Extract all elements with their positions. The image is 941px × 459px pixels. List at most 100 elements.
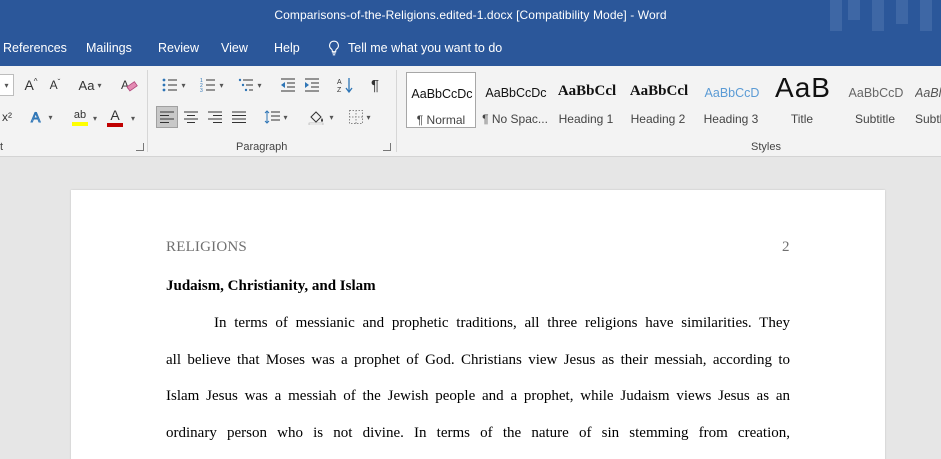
- style-sample: AaBbCcDc: [485, 86, 547, 100]
- borders-button[interactable]: ▾: [344, 106, 376, 128]
- ribbon-tabs: References Mailings Review View Help Tel…: [0, 31, 941, 66]
- tab-references[interactable]: References: [3, 41, 67, 55]
- title-decoration: [896, 0, 908, 24]
- font-group-label: t: [0, 141, 4, 153]
- style-sample: AaBbCcl: [557, 83, 617, 99]
- tab-mailings[interactable]: Mailings: [86, 41, 132, 55]
- section-heading: Judaism, Christianity, and Islam: [166, 278, 376, 294]
- document-page[interactable]: RELIGIONS 2 Judaism, Christianity, and I…: [71, 190, 885, 459]
- tell-me-label: Tell me what you want to do: [348, 41, 503, 55]
- line-spacing-icon: [265, 110, 281, 124]
- align-left-button[interactable]: [156, 106, 178, 128]
- increase-indent-button[interactable]: [302, 74, 322, 96]
- clear-formatting-button[interactable]: A: [118, 74, 140, 96]
- style-subtle-emphasis[interactable]: AaBl Subtl: [913, 72, 941, 128]
- tell-me-search[interactable]: Tell me what you want to do: [328, 40, 502, 56]
- svg-text:A: A: [121, 78, 129, 92]
- paragraph-line: In terms of messianic and prophetic trad…: [214, 315, 790, 331]
- font-dialog-launcher[interactable]: [136, 143, 144, 151]
- justify-icon: [232, 111, 246, 123]
- shrink-font-button[interactable]: Aˇ: [46, 74, 64, 96]
- text-effects-button[interactable]: A ▾: [26, 106, 56, 128]
- style-normal[interactable]: AaBbCcDc ¶ Normal: [406, 72, 476, 128]
- window-title: Comparisons-of-the-Religions.edited-1.do…: [274, 8, 667, 22]
- change-case-button[interactable]: Aa ▾: [73, 74, 107, 96]
- style-name: ¶ Normal: [416, 113, 466, 127]
- style-sample: AaBbCcD: [704, 86, 760, 100]
- style-sample: AaBbCcl: [629, 83, 689, 99]
- shading-button[interactable]: ▾: [304, 106, 338, 128]
- title-decoration: [920, 0, 932, 31]
- font-color-button[interactable]: A: [104, 106, 126, 128]
- title-decoration: [872, 0, 884, 31]
- multilevel-list-button[interactable]: ▾: [234, 74, 266, 96]
- tab-view[interactable]: View: [221, 41, 248, 55]
- svg-text:A: A: [31, 109, 41, 125]
- group-separator: [396, 70, 397, 152]
- tab-review[interactable]: Review: [158, 41, 199, 55]
- styles-gallery: AaBbCcDc ¶ Normal AaBbCcDc ¶ No Spac... …: [405, 70, 941, 132]
- multilevel-list-icon: [239, 78, 254, 92]
- align-right-button[interactable]: [204, 106, 226, 128]
- style-subtitle[interactable]: AaBbCcD Subtitle: [840, 72, 910, 128]
- change-case-icon: Aa: [78, 77, 95, 93]
- font-color-dropdown-icon[interactable]: ▾: [131, 114, 135, 123]
- line-spacing-button[interactable]: ▾: [260, 106, 292, 128]
- borders-icon: [349, 110, 364, 124]
- paragraph-dialog-launcher[interactable]: [383, 143, 391, 151]
- document-canvas: RELIGIONS 2 Judaism, Christianity, and I…: [0, 157, 941, 459]
- font-color-swatch: [107, 122, 123, 127]
- paragraph-line: ordinary person who is not divine. In te…: [166, 425, 790, 441]
- style-sample: AaB: [775, 72, 831, 103]
- decrease-indent-button[interactable]: [278, 74, 298, 96]
- title-bar: Comparisons-of-the-Religions.edited-1.do…: [0, 0, 941, 31]
- group-separator: [147, 70, 148, 152]
- bullets-button[interactable]: ▾: [158, 74, 190, 96]
- highlight-dropdown-icon[interactable]: ▾: [93, 114, 97, 123]
- highlight-swatch: [72, 121, 88, 126]
- styles-group-label: Styles: [751, 141, 781, 153]
- paragraph-line: all believe that Moses was a prophet of …: [166, 352, 790, 368]
- numbering-button[interactable]: 1 2 3 ▾: [196, 74, 228, 96]
- style-name: Subtitle: [854, 112, 896, 126]
- paragraph-group-label: Paragraph: [236, 141, 288, 153]
- show-formatting-button[interactable]: ¶: [364, 74, 386, 96]
- highlight-icon: ab: [73, 108, 87, 121]
- justify-button[interactable]: [228, 106, 250, 128]
- style-heading-3[interactable]: AaBbCcD Heading 3: [696, 72, 766, 128]
- style-name: Title: [790, 112, 814, 126]
- align-center-icon: [184, 111, 198, 123]
- running-head: RELIGIONS: [166, 239, 247, 255]
- style-heading-2[interactable]: AaBbCcl Heading 2: [623, 72, 693, 128]
- svg-text:Z: Z: [337, 87, 342, 93]
- align-center-button[interactable]: [180, 106, 202, 128]
- style-title[interactable]: AaB Title: [767, 72, 837, 128]
- tab-help[interactable]: Help: [274, 41, 300, 55]
- sort-icon: A Z: [337, 78, 353, 93]
- style-name: Subtl: [915, 112, 941, 126]
- bullets-icon: [163, 78, 178, 92]
- eraser-icon: A: [121, 78, 138, 92]
- numbering-icon: 1 2 3: [200, 78, 216, 92]
- style-name: Heading 3: [703, 112, 759, 126]
- paragraph-line: Islam Jesus was a messiah of the Jewish …: [166, 388, 790, 404]
- style-name: ¶ No Spac...: [482, 112, 548, 126]
- grow-font-button[interactable]: A ^: [22, 74, 40, 96]
- font-size-dropdown[interactable]: ▾: [0, 74, 14, 96]
- align-left-icon: [160, 111, 174, 123]
- align-right-icon: [208, 111, 222, 123]
- style-no-spacing[interactable]: AaBbCcDc ¶ No Spac...: [480, 72, 550, 128]
- svg-text:3: 3: [200, 88, 203, 92]
- superscript-button[interactable]: x²: [0, 106, 14, 128]
- title-decoration: [848, 0, 860, 20]
- style-heading-1[interactable]: AaBbCcl Heading 1: [551, 72, 621, 128]
- sort-button[interactable]: A Z: [334, 74, 356, 96]
- increase-indent-icon: [305, 78, 319, 92]
- font-color-icon: A: [110, 106, 120, 123]
- style-name: Heading 2: [630, 112, 686, 126]
- svg-text:A: A: [337, 79, 342, 86]
- grow-font-icon: A: [24, 77, 34, 93]
- pilcrow-icon: ¶: [370, 76, 380, 94]
- shrink-font-icon: A: [49, 78, 58, 92]
- decrease-indent-icon: [281, 78, 295, 92]
